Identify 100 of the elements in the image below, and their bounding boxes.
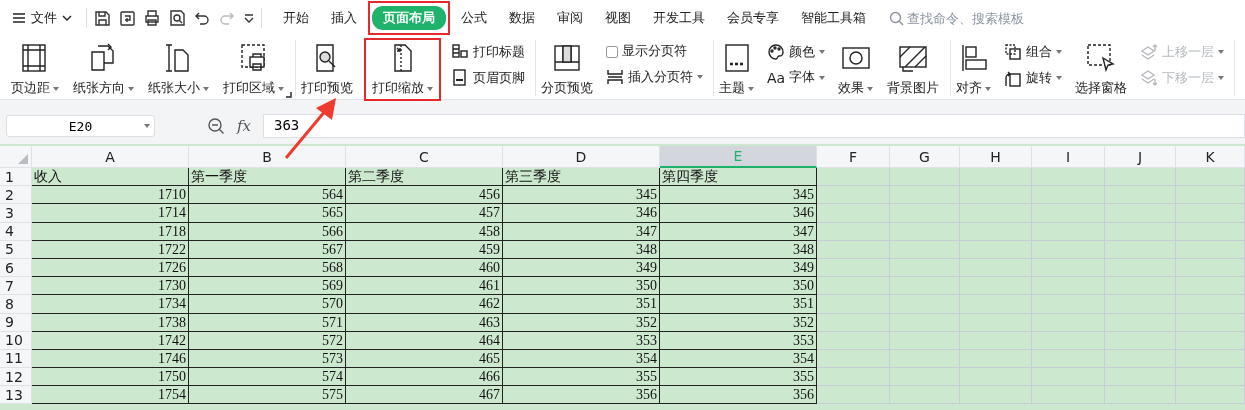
table-cell: 第三季度 <box>503 168 660 187</box>
ribbon-tab[interactable]: 智能工具箱 <box>790 6 877 30</box>
column-header[interactable]: C <box>346 146 503 168</box>
table-cell: 1750 <box>32 368 189 387</box>
table-cell: 457 <box>346 204 503 223</box>
ribbon-button[interactable]: Aa 字体 <box>765 68 828 87</box>
row-header[interactable]: 7 <box>0 277 32 296</box>
ribbon-button[interactable]: 纸张方向 <box>70 40 137 99</box>
dialog-launcher-icon <box>285 91 292 98</box>
ribbon-tab[interactable]: 开始 <box>272 6 320 30</box>
save-icon <box>93 9 111 27</box>
checkbox-box[interactable] <box>606 45 618 58</box>
ribbon-tab[interactable]: 开发工具 <box>642 6 716 30</box>
table-cell: 355 <box>503 368 660 387</box>
row-header[interactable]: 8 <box>0 295 32 314</box>
caret-icon <box>1218 50 1225 54</box>
export-icon <box>118 9 136 27</box>
ribbon-tab[interactable]: 插入 <box>320 6 368 30</box>
column-header[interactable]: A <box>32 146 189 168</box>
caret-icon <box>144 124 150 128</box>
table-cell: 345 <box>660 186 817 205</box>
hamburger-icon <box>12 12 26 24</box>
ribbon-button[interactable]: 背景图片 <box>884 40 943 99</box>
ribbon-button[interactable]: 打印预览 <box>298 40 356 99</box>
column-header[interactable]: D <box>503 146 660 168</box>
table-cell: 345 <box>503 186 660 205</box>
ribbon-button[interactable]: 打印缩放 <box>369 40 436 99</box>
table-cell: 574 <box>189 368 346 387</box>
checkbox[interactable]: 显示分页符 <box>604 42 705 61</box>
ribbon-button[interactable]: 颜色 <box>765 42 828 62</box>
group-icon <box>1004 43 1023 61</box>
row-header[interactable]: 3 <box>0 204 32 223</box>
ribbon-tab[interactable]: 视图 <box>594 6 642 30</box>
table-cell: 570 <box>189 295 346 314</box>
row-header[interactable]: 12 <box>0 368 32 387</box>
caret-icon <box>427 86 433 91</box>
table-cell: 466 <box>346 368 503 387</box>
column-header[interactable]: G <box>890 146 960 168</box>
ribbon-button[interactable]: 对齐 <box>953 40 995 99</box>
ribbon-button[interactable]: 主题 <box>716 40 757 99</box>
table-cell: 1734 <box>32 295 189 314</box>
column-header[interactable]: H <box>960 146 1032 168</box>
caret-icon <box>278 86 284 91</box>
ribbon-tab[interactable]: 公式 <box>450 6 498 30</box>
caret-icon <box>697 75 703 79</box>
ribbon-tab[interactable]: 会员专享 <box>716 6 790 30</box>
table-cell: 462 <box>346 295 503 314</box>
table-cell: 346 <box>660 204 817 223</box>
caret-icon <box>1218 76 1225 80</box>
table-cell: 355 <box>660 368 817 387</box>
caret-icon <box>985 86 992 91</box>
formula-field[interactable]: 363 <box>263 114 1245 138</box>
font-sample-icon: Aa <box>767 69 786 86</box>
table-cell: 356 <box>660 386 817 405</box>
ribbon-button[interactable]: 组合 <box>1002 42 1065 62</box>
column-header[interactable]: B <box>189 146 346 168</box>
ribbon-button[interactable]: 旋转 <box>1002 68 1065 88</box>
ribbon-button[interactable]: 页边距 <box>8 40 62 99</box>
file-menu[interactable]: 文件 <box>12 9 72 27</box>
ribbon-button[interactable]: 效果 <box>835 40 877 99</box>
caret-icon <box>1056 50 1063 54</box>
column-header[interactable]: I <box>1032 146 1105 168</box>
ribbon-button[interactable]: 插入分页符 <box>604 67 705 87</box>
table-cell: 467 <box>346 386 503 405</box>
ribbon-button[interactable]: 纸张大小 <box>145 40 212 99</box>
name-box[interactable]: E20 <box>6 115 155 137</box>
caret-icon <box>819 50 825 54</box>
print-preview-icon <box>168 9 186 27</box>
column-header[interactable]: F <box>817 146 890 168</box>
ribbon-button[interactable]: 选择窗格 <box>1072 40 1131 99</box>
table-cell: 收入 <box>32 168 189 187</box>
search-field[interactable]: 查找命令、搜索模板 <box>907 10 1047 26</box>
ribbon-button[interactable]: 分页预览 <box>538 40 596 99</box>
column-header[interactable]: K <box>1176 146 1245 168</box>
ribbon-button[interactable]: 打印标题 <box>449 42 527 62</box>
table-cell: 456 <box>346 186 503 205</box>
caret-icon <box>819 75 826 80</box>
print-icon <box>143 9 161 27</box>
insert-break-icon <box>606 68 624 86</box>
palette-icon <box>767 43 785 61</box>
caret-icon <box>1056 76 1063 80</box>
more-commands-icon <box>243 12 255 24</box>
caret-icon <box>203 86 209 91</box>
table-cell: 1730 <box>32 277 189 296</box>
table-cell: 第四季度 <box>660 168 817 187</box>
select-all-icon[interactable] <box>18 154 28 164</box>
table-cell: 356 <box>503 386 660 405</box>
row-header[interactable]: 2 <box>0 186 32 205</box>
table-cell: 第二季度 <box>346 168 503 187</box>
caret-icon <box>128 86 134 91</box>
table-cell: 351 <box>660 295 817 314</box>
ribbon-button[interactable]: 打印区域 <box>220 40 287 99</box>
caret-icon <box>748 86 754 91</box>
row-header[interactable]: 13 <box>0 386 32 405</box>
ribbon-tab[interactable]: 数据 <box>498 6 546 30</box>
ribbon-button[interactable]: 页眉页脚 <box>449 68 527 88</box>
row-header[interactable]: 1 <box>0 168 32 187</box>
ribbon-tab[interactable]: 审阅 <box>546 6 594 30</box>
column-header[interactable]: J <box>1105 146 1176 168</box>
function-label[interactable]: fx <box>237 117 251 135</box>
